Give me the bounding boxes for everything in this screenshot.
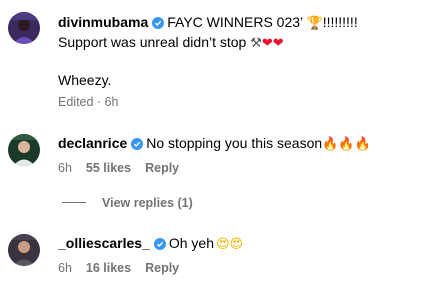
avatar-olliescarles[interactable] [8,234,40,266]
comment-1-line-3: Wheezy. [58,72,112,88]
avatar-declanrice[interactable] [8,134,40,166]
heart-eyes-emoji: 😍😍 [216,237,244,252]
view-replies-divider [62,202,86,203]
hammer-pick-emoji: ⚒ [250,36,262,51]
comment-2-meta: 6h 55 likes Reply [58,160,193,176]
avatar-divinmubama[interactable] [8,12,40,44]
username-olliescarles[interactable]: _olliescarles_ [58,235,150,251]
heart-emoji: ❤❤ [261,36,284,51]
comment-time: 6h [58,261,72,275]
view-replies-button[interactable]: View replies (1) [102,195,193,211]
trophy-emoji: 🏆 [306,16,323,31]
verified-badge-icon [153,236,166,254]
comment-1-line-2: Support was unreal didn’t stop ⚒❤❤ [58,33,284,53]
fire-emoji: 🔥🔥🔥 [322,137,371,152]
verified-badge-icon [152,15,165,33]
comment-2-line-1: declanrice No stopping you this season🔥🔥🔥 [58,134,371,154]
comment-3-line-1: _olliescarles_ Oh yeh 😍😍 [58,234,243,254]
comment-text: Support was unreal didn’t stop [58,34,247,50]
likes-count[interactable]: 16 likes [86,261,131,275]
likes-count[interactable]: 55 likes [86,161,131,175]
comment-text: Oh yeh [168,235,214,251]
comment-text: No stopping you this season [146,135,323,151]
verified-badge-icon [131,136,144,154]
reply-button[interactable]: Reply [145,161,179,175]
comment-text: FAYC WINNERS 023’ [167,14,303,30]
edited-label: Edited · 6h [58,95,119,109]
comment-1-line-1: divinmubama FAYC WINNERS 023’ 🏆!!!!!!!!! [58,13,358,33]
comment-3-meta: 6h 16 likes Reply [58,260,193,276]
username-divinmubama[interactable]: divinmubama [58,14,148,30]
username-declanrice[interactable]: declanrice [58,135,127,151]
comment-time: 6h [58,161,72,175]
comment-1-meta: Edited · 6h [58,94,118,110]
reply-button[interactable]: Reply [145,261,179,275]
exclamations: !!!!!!!!! [322,14,358,30]
